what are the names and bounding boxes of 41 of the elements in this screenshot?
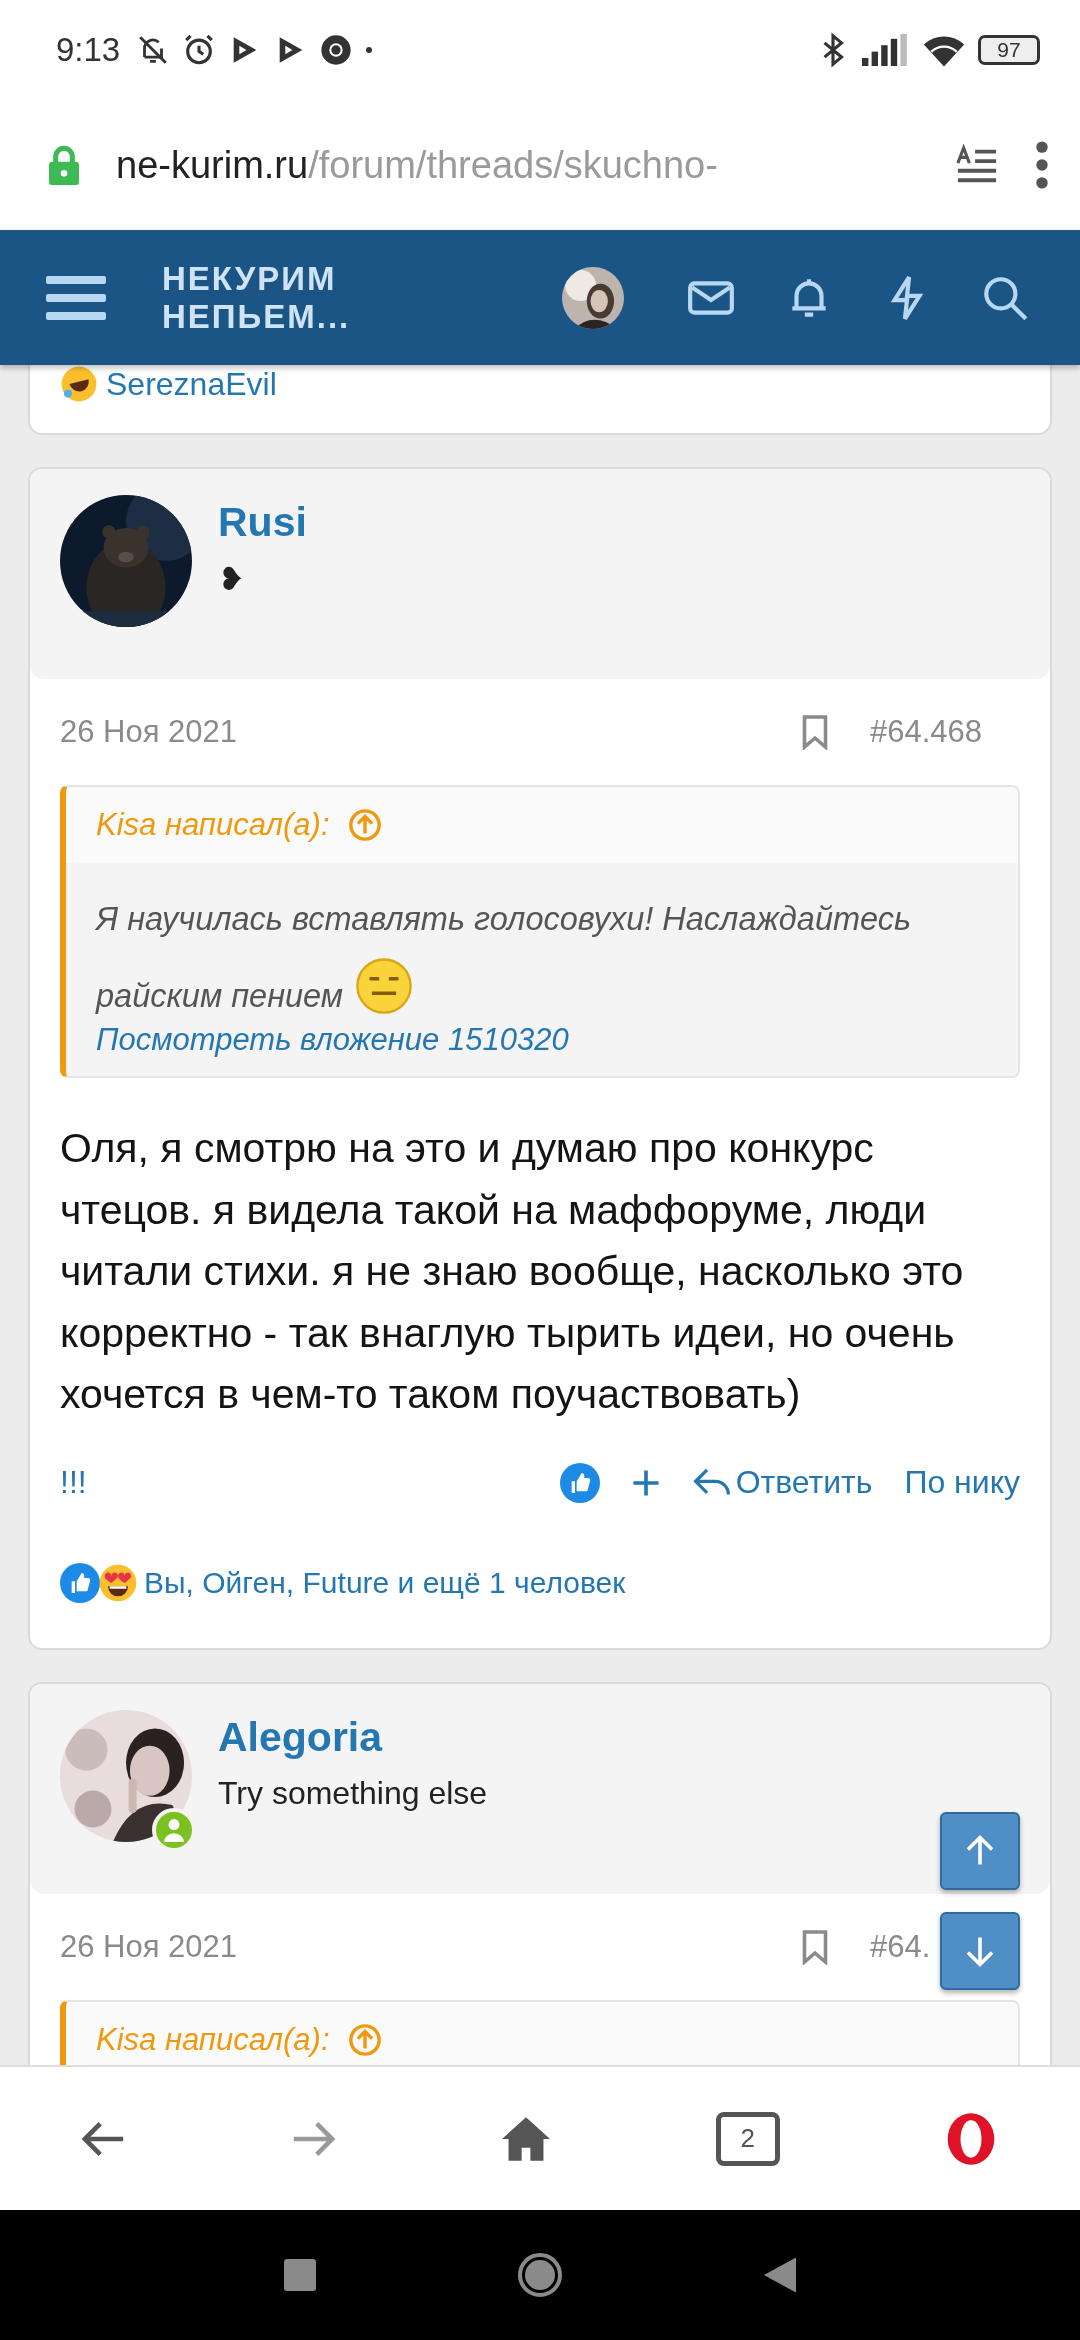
post-text: Оля, я смотрю на это и думаю про конкурс чтецов. я видела такой на маффоруме, люди читали стихи. я не знаю вообще, насколько это корректно - так внаглую тырить идеи, но очень хочется в чем-то таком поучаствовать) [59,1124,965,1419]
url-field[interactable]: ne-kurim.ru/forum/threads/skuchno- [116,143,920,187]
battery-level: 97 [978,35,1040,65]
lock-icon [46,145,82,185]
quote-by-nick-link[interactable]: По нику [904,1464,1020,1501]
bookmark-icon[interactable] [800,714,830,750]
laughing-emoji-icon [60,365,98,403]
reaction-users-link[interactable]: Вы, Ойген, Future и ещё 1 человек [144,1565,626,1600]
signal-icon [862,34,910,66]
wifi-icon [922,33,966,67]
post-date[interactable]: 26 Ноя 2021 [60,714,238,750]
bookmark-icon[interactable] [800,1928,830,1965]
post-number-link[interactable]: #64. [870,1928,931,1964]
heart-eyes-emoji-icon [98,1562,138,1603]
scroll-up-button[interactable] [940,1812,1020,1890]
person-icon [163,1817,185,1842]
user-title: Try something else [218,1774,488,1812]
report-link[interactable]: !!! [60,1464,87,1501]
tab-count-button[interactable]: 2 [715,2111,780,2166]
site-logo-text[interactable]: НЕКУРИМ [162,259,351,298]
attachment-link[interactable]: Посмотреть вложение 1510320 [96,1020,569,1060]
home-circle-icon[interactable] [516,2251,564,2299]
clock-time: 9:13 [56,31,121,69]
quote-text: Я научилась вставлять голосовухи! Наслаждайтесь райским пением [96,900,913,1017]
username-link[interactable]: Alegoria [218,1713,488,1761]
dot-icon [364,45,375,55]
username-link[interactable]: Rusi [218,499,307,546]
more-options-icon[interactable] [1034,140,1050,190]
thumbs-up-icon[interactable] [559,1462,600,1503]
smiley-icon [355,957,414,1015]
post-date[interactable]: 26 Ноя 2021 [60,1928,238,1965]
scroll-down-button[interactable] [940,1912,1020,1990]
plus-icon[interactable] [631,1468,660,1497]
back-triangle-icon[interactable] [764,2257,796,2293]
reaction-users-link[interactable]: SereznaEvil [106,365,277,403]
menu-icon[interactable] [46,273,106,322]
site-logo-text[interactable]: НЕПЬЕМ... [162,297,351,336]
post-number-link[interactable]: #64.468 [870,714,983,749]
reply-button[interactable]: Ответить [691,1464,873,1501]
user-title: ❥ [218,560,246,598]
thumbs-up-icon [60,1562,100,1603]
